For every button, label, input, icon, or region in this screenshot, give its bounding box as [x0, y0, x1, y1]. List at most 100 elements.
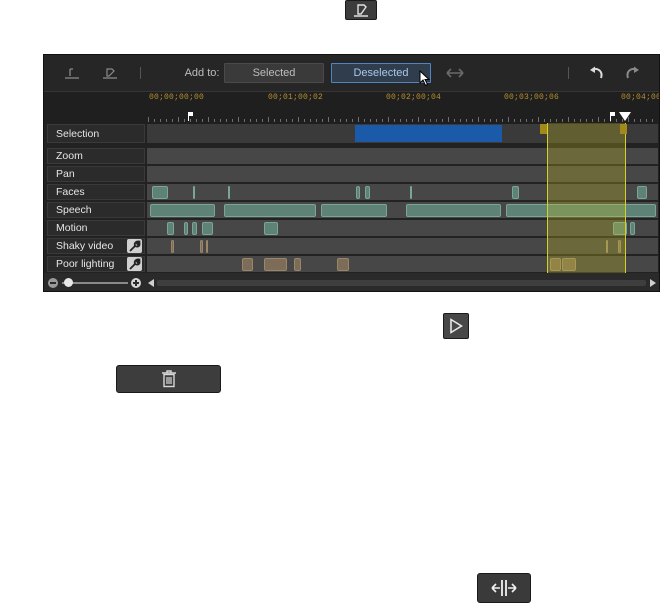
ruler-tick — [466, 119, 467, 122]
redo-button[interactable] — [620, 63, 644, 83]
deselected-button[interactable]: Deselected — [331, 63, 431, 83]
split-button[interactable] — [477, 573, 531, 603]
end-marker[interactable] — [610, 112, 615, 121]
track-motion[interactable] — [147, 220, 658, 236]
track-selection[interactable] — [147, 124, 658, 143]
ruler-tick — [424, 119, 425, 122]
ruler-tick — [340, 119, 341, 122]
ruler-tick — [532, 119, 533, 122]
ruler-tick — [214, 119, 215, 122]
ruler-tick — [442, 119, 443, 122]
track-speech[interactable] — [147, 202, 658, 218]
ruler-tick — [292, 119, 293, 122]
selected-range[interactable] — [355, 125, 502, 142]
ruler-tick — [250, 119, 251, 122]
mark-deselect-icon — [354, 4, 368, 17]
mark-deselect-button[interactable] — [345, 0, 377, 20]
track-poor-lighting[interactable] — [147, 256, 658, 272]
ruler-tick — [322, 119, 323, 122]
ruler-tick — [148, 117, 149, 122]
wrench-icon — [129, 240, 141, 252]
ruler-tick — [520, 119, 521, 122]
ruler-tick — [652, 119, 653, 122]
ruler-tick — [400, 119, 401, 122]
play-button[interactable] — [443, 313, 469, 339]
ruler-tick — [238, 117, 239, 122]
ruler-tick — [346, 119, 347, 122]
ruler-tick — [208, 117, 209, 122]
ruler-tick — [328, 117, 329, 122]
scroll-left-icon[interactable] — [148, 279, 154, 287]
row-label-faces: Faces — [47, 184, 145, 200]
ruler-tick — [478, 117, 479, 122]
timecode: 00;04;00;0 — [621, 93, 659, 102]
timecode: 00;01;00;02 — [268, 93, 324, 102]
zoom-out-button[interactable] — [48, 278, 58, 288]
ruler-tick — [166, 119, 167, 122]
toolbar-divider — [568, 67, 569, 79]
ruler-tick — [580, 119, 581, 122]
timecode: 00;02;00;04 — [386, 93, 442, 102]
mark-select-button[interactable] — [60, 63, 84, 83]
poor-lighting-settings-button[interactable] — [127, 257, 142, 271]
playhead-marker[interactable] — [618, 110, 632, 122]
delete-button[interactable] — [116, 365, 221, 393]
zoom-slider-handle[interactable] — [64, 278, 73, 287]
selected-button[interactable]: Selected — [224, 63, 324, 83]
ruler-tick — [358, 117, 359, 122]
ruler-tick — [298, 117, 299, 122]
ruler-tick — [508, 117, 509, 122]
ruler-tick — [418, 117, 419, 122]
ruler-tick — [244, 119, 245, 122]
ruler-tick — [406, 119, 407, 122]
range-handle-left[interactable] — [540, 124, 547, 134]
ruler-tick — [502, 119, 503, 122]
row-label-speech: Speech — [47, 202, 145, 218]
ruler-tick — [154, 119, 155, 122]
ruler-tick — [310, 119, 311, 122]
swap-arrows-icon — [446, 68, 464, 78]
ruler-tick — [490, 119, 491, 122]
row-label-pan: Pan — [47, 166, 145, 182]
ruler-tick — [550, 119, 551, 122]
timecode: 00;00;00;00 — [149, 93, 205, 102]
scroll-right-icon[interactable] — [650, 279, 656, 287]
horizontal-scrollbar[interactable] — [157, 280, 646, 286]
ruler-tick — [472, 119, 473, 122]
ruler-tick — [538, 117, 539, 122]
magic-cut-editor: Add to: Selected Deselected 00;00;00;00 — [43, 54, 660, 292]
ruler-tick — [232, 119, 233, 122]
row-label-motion: Motion — [47, 220, 145, 236]
timeline-ruler[interactable]: 00;00;00;00 00;01;00;02 00;02;00;04 00;0… — [44, 91, 659, 124]
range-handle-right[interactable] — [620, 124, 627, 134]
track-pan[interactable] — [147, 166, 658, 182]
ruler-tick — [496, 119, 497, 122]
shaky-video-settings-button[interactable] — [127, 239, 142, 253]
ruler-tick — [202, 119, 203, 122]
row-label-zoom: Zoom — [47, 148, 145, 164]
trash-icon — [161, 370, 176, 388]
ruler-tick — [280, 119, 281, 122]
ruler-tick — [388, 117, 389, 122]
minus-icon — [50, 282, 56, 284]
ruler-tick — [196, 119, 197, 122]
zoom-in-button[interactable] — [131, 278, 141, 288]
ruler-tick — [268, 117, 269, 122]
timeline-bottom-bar — [44, 273, 659, 291]
start-marker[interactable] — [188, 112, 193, 121]
ruler-tick — [394, 119, 395, 122]
undo-button[interactable] — [585, 63, 609, 83]
ruler-tick — [592, 119, 593, 122]
toolbar: Add to: Selected Deselected — [44, 55, 659, 91]
ruler-tick — [514, 119, 515, 122]
track-zoom[interactable] — [147, 148, 658, 164]
ruler-tick — [376, 119, 377, 122]
ruler-tick — [184, 119, 185, 122]
ruler-tick — [334, 119, 335, 122]
track-shaky-video[interactable] — [147, 238, 658, 254]
track-faces[interactable] — [147, 184, 658, 200]
ruler-tick — [256, 119, 257, 122]
swap-arrows-button[interactable] — [442, 63, 468, 83]
ruler-tick — [262, 119, 263, 122]
mark-deselect-toolbar-button[interactable] — [98, 63, 122, 83]
